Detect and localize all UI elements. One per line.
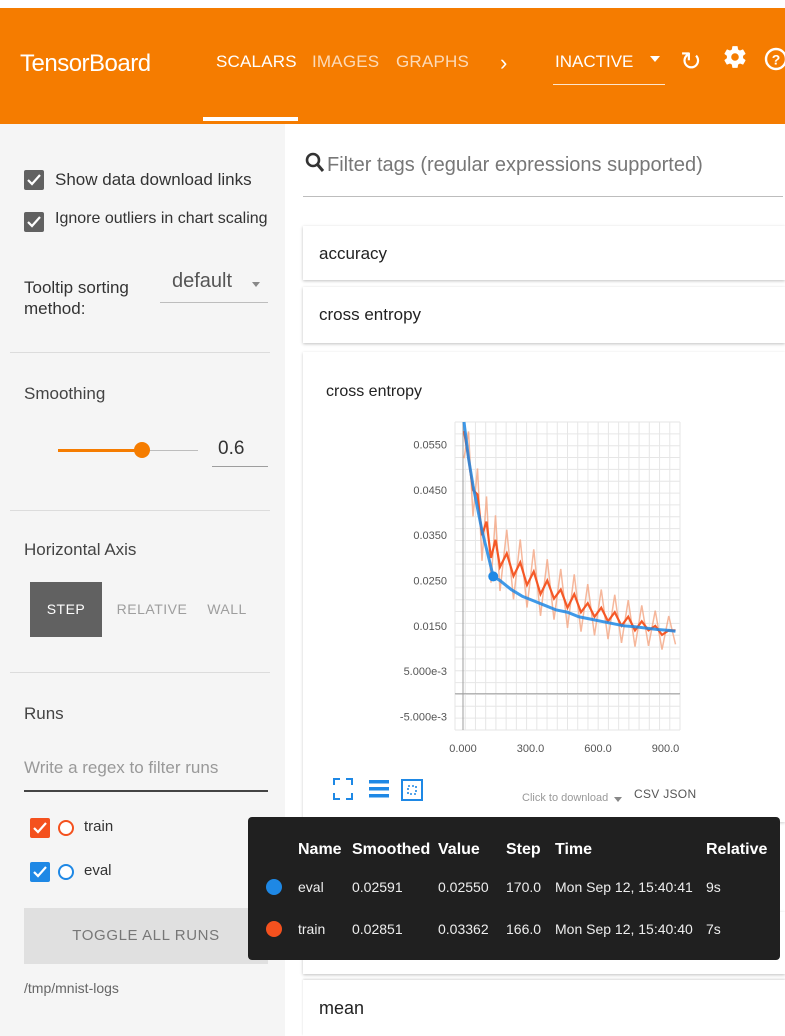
tooltip-eval-swatch [266,879,282,895]
fit-domain-icon[interactable] [400,778,424,802]
tooltip-header-smoothed: Smoothed [352,841,431,858]
cross-entropy-chart[interactable]: 0.0550 0.0450 0.0350 0.0250 0.0150 5.000e-3 -5… [350,410,700,770]
horizontal-axis-title: Horizontal Axis [24,540,137,559]
run-eval-checkbox[interactable] [30,862,50,882]
tooltip-eval-step: 170.0 [506,879,542,895]
tooltip-train-smoothed: 0.02851 [352,921,403,937]
ignore-outliers-label: Ignore outliers in chart scaling [55,210,268,227]
x-tick-label: 0.000 [449,743,477,755]
y-tick-label: -5.000e-3 [400,711,447,723]
tooltip-sorting-select[interactable]: default [172,270,232,293]
tooltip-eval-relative: 9s [706,879,721,895]
inactive-dropdown-underline [553,84,665,85]
category-label: accuracy [319,244,388,263]
tooltip-header-time: Time [555,841,593,858]
caret-down-icon[interactable] [650,56,660,62]
tooltip-train-swatch [266,921,282,937]
log-directory: /tmp/mnist-logs [24,980,119,996]
category-mean[interactable] [303,980,785,1036]
smoothing-title: Smoothing [24,384,106,403]
x-tick-label: 600.0 [584,743,612,755]
search-icon [305,152,325,172]
svg-text:?: ? [772,52,781,68]
show-download-links-checkbox[interactable] [24,170,44,190]
tooltip-header-relative: Relative [706,841,768,858]
y-tick-label: 0.0450 [413,485,447,497]
caret-down-icon[interactable] [614,797,622,802]
tooltip-train-name: train [298,921,326,937]
section-divider [10,510,270,511]
highlight-point [488,571,499,582]
download-format-select[interactable]: CSV JSON [634,787,696,801]
toggle-all-runs-button[interactable]: TOGGLE ALL RUNS [24,908,268,964]
tag-filter-underline [303,196,783,197]
ignore-outliers-checkbox[interactable] [24,212,44,232]
y-tick-label: 5.000e-3 [404,666,447,678]
help-icon[interactable]: ? [764,46,785,79]
tooltip-train-value: 0.03362 [438,921,489,937]
section-divider [10,672,270,673]
app-title: TensorBoard [20,50,151,77]
log-scale-icon[interactable] [368,778,390,800]
category-label: mean [319,998,365,1018]
tooltip-eval-name: eval [298,879,324,895]
tag-filter-input[interactable]: Filter tags (regular expressions support… [327,154,703,177]
axis-relative-button[interactable]: RELATIVE [112,582,192,637]
inactive-dropdown[interactable]: INACTIVE [555,52,633,72]
sidebar [0,124,285,1036]
show-download-links-label: Show data download links [55,170,252,189]
runs-filter-input[interactable]: Write a regex to filter runs [24,758,218,778]
chart-tooltip: Name Smoothed Value Step Time Relative e… [248,817,780,960]
tooltip-eval-time: Mon Sep 12, 15:40:41 [555,879,693,895]
category-label: cross entropy [319,305,422,324]
tooltip-header-name: Name [298,841,342,858]
run-train-checkbox[interactable] [30,818,50,838]
y-tick-label: 0.0550 [413,440,447,452]
tooltip-eval-smoothed: 0.02591 [352,879,403,895]
fullscreen-icon[interactable] [333,778,353,800]
y-tick-label: 0.0250 [413,576,447,588]
top-strip [0,0,785,8]
chart-title: cross entropy [326,383,423,400]
refresh-icon[interactable]: ↻ [680,46,702,77]
chevron-right-icon[interactable]: › [500,50,507,76]
smoothing-slider-track[interactable] [142,450,198,451]
category-accuracy[interactable]: accuracy [303,226,785,280]
tooltip-sorting-label: Tooltip sorting method: [24,278,129,318]
y-tick-label: 0.0150 [413,621,447,633]
smoothing-value-input[interactable]: 0.6 [218,438,244,460]
run-eval-label: eval [84,862,112,879]
smoothing-slider-track-filled[interactable] [58,449,142,452]
category-cross-entropy[interactable]: cross entropy [303,287,785,343]
top-app-bar: TensorBoard SCALARS IMAGES GRAPHS › INAC… [0,0,785,124]
section-divider [10,352,270,353]
run-train-color-radio[interactable] [58,820,74,836]
tooltip-train-time: Mon Sep 12, 15:40:40 [555,921,693,937]
tooltip-train-relative: 7s [706,921,721,937]
tooltip-header-value: Value [438,841,480,858]
caret-down-icon[interactable] [252,282,260,287]
axis-wall-button[interactable]: WALL [198,582,256,637]
smoothing-value-underline [212,466,268,467]
tab-scalars[interactable]: SCALARS [216,52,297,72]
tooltip-sorting-underline [160,302,268,303]
runs-filter-underline [24,790,268,792]
tooltip-eval-value: 0.02550 [438,879,489,895]
x-tick-label: 900.0 [652,743,680,755]
tab-images[interactable]: IMAGES [312,52,379,72]
run-eval-color-radio[interactable] [58,864,74,880]
download-label: Click to download [522,792,609,804]
tab-graphs[interactable]: GRAPHS [396,52,469,72]
run-train-label: train [84,818,114,835]
tooltip-header-step: Step [506,841,541,858]
runs-title: Runs [24,704,64,723]
settings-icon[interactable] [722,44,748,77]
x-tick-label: 300.0 [517,743,545,755]
smoothing-slider-handle[interactable] [134,442,150,458]
active-tab-indicator [203,117,298,121]
axis-step-button[interactable]: STEP [30,582,102,637]
tooltip-train-step: 166.0 [506,921,542,937]
y-tick-label: 0.0350 [413,530,447,542]
